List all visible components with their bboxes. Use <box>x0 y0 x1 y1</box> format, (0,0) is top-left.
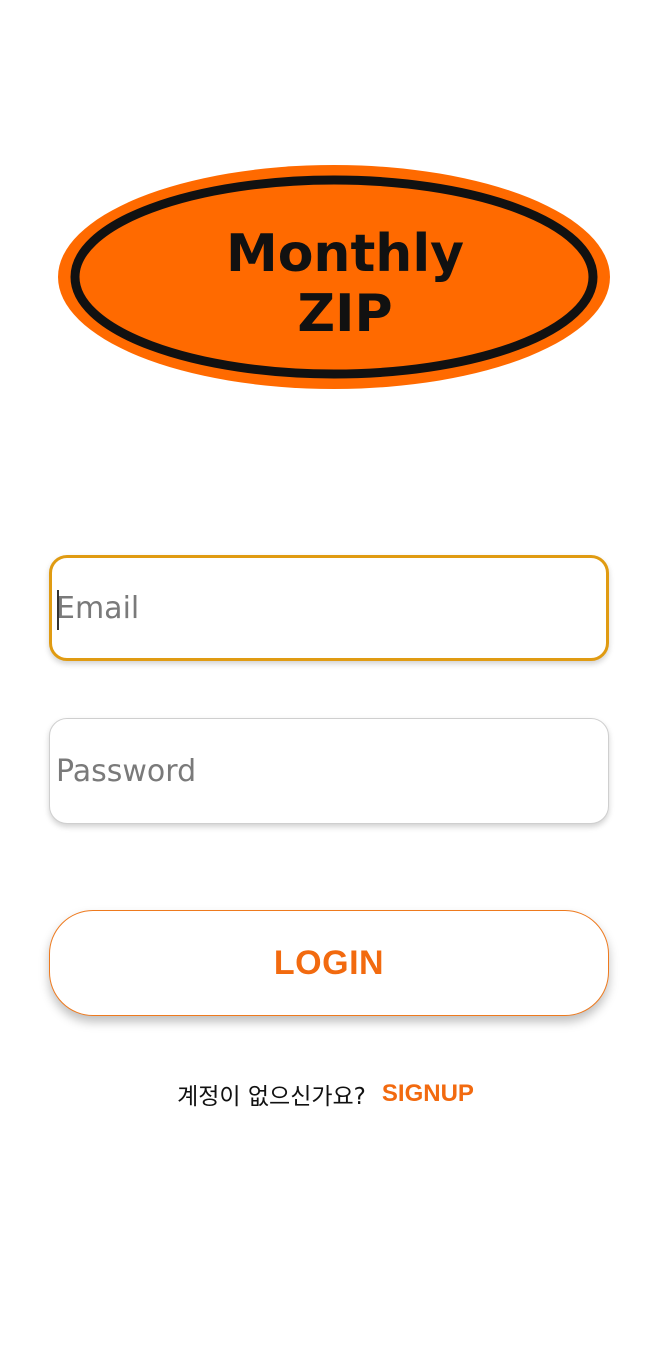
logo-text-line2: ZIP <box>297 284 392 344</box>
email-field[interactable] <box>49 555 609 661</box>
login-button[interactable]: LOGIN <box>49 910 609 1016</box>
text-caret <box>57 590 59 630</box>
password-field[interactable] <box>49 718 609 824</box>
signup-prompt-text: 계정이 없으신가요? <box>177 1084 366 1110</box>
email-input[interactable] <box>52 558 606 658</box>
password-input[interactable] <box>50 719 608 823</box>
signup-link[interactable]: SIGNUP <box>382 1080 474 1108</box>
logo-graphic: Monthly ZIP <box>58 165 610 389</box>
logo-text-line1: Monthly <box>226 224 464 284</box>
monthly-zip-logo: Monthly ZIP <box>56 163 612 391</box>
signup-row: 계정이 없으신가요? SIGNUP <box>0 1074 651 1114</box>
